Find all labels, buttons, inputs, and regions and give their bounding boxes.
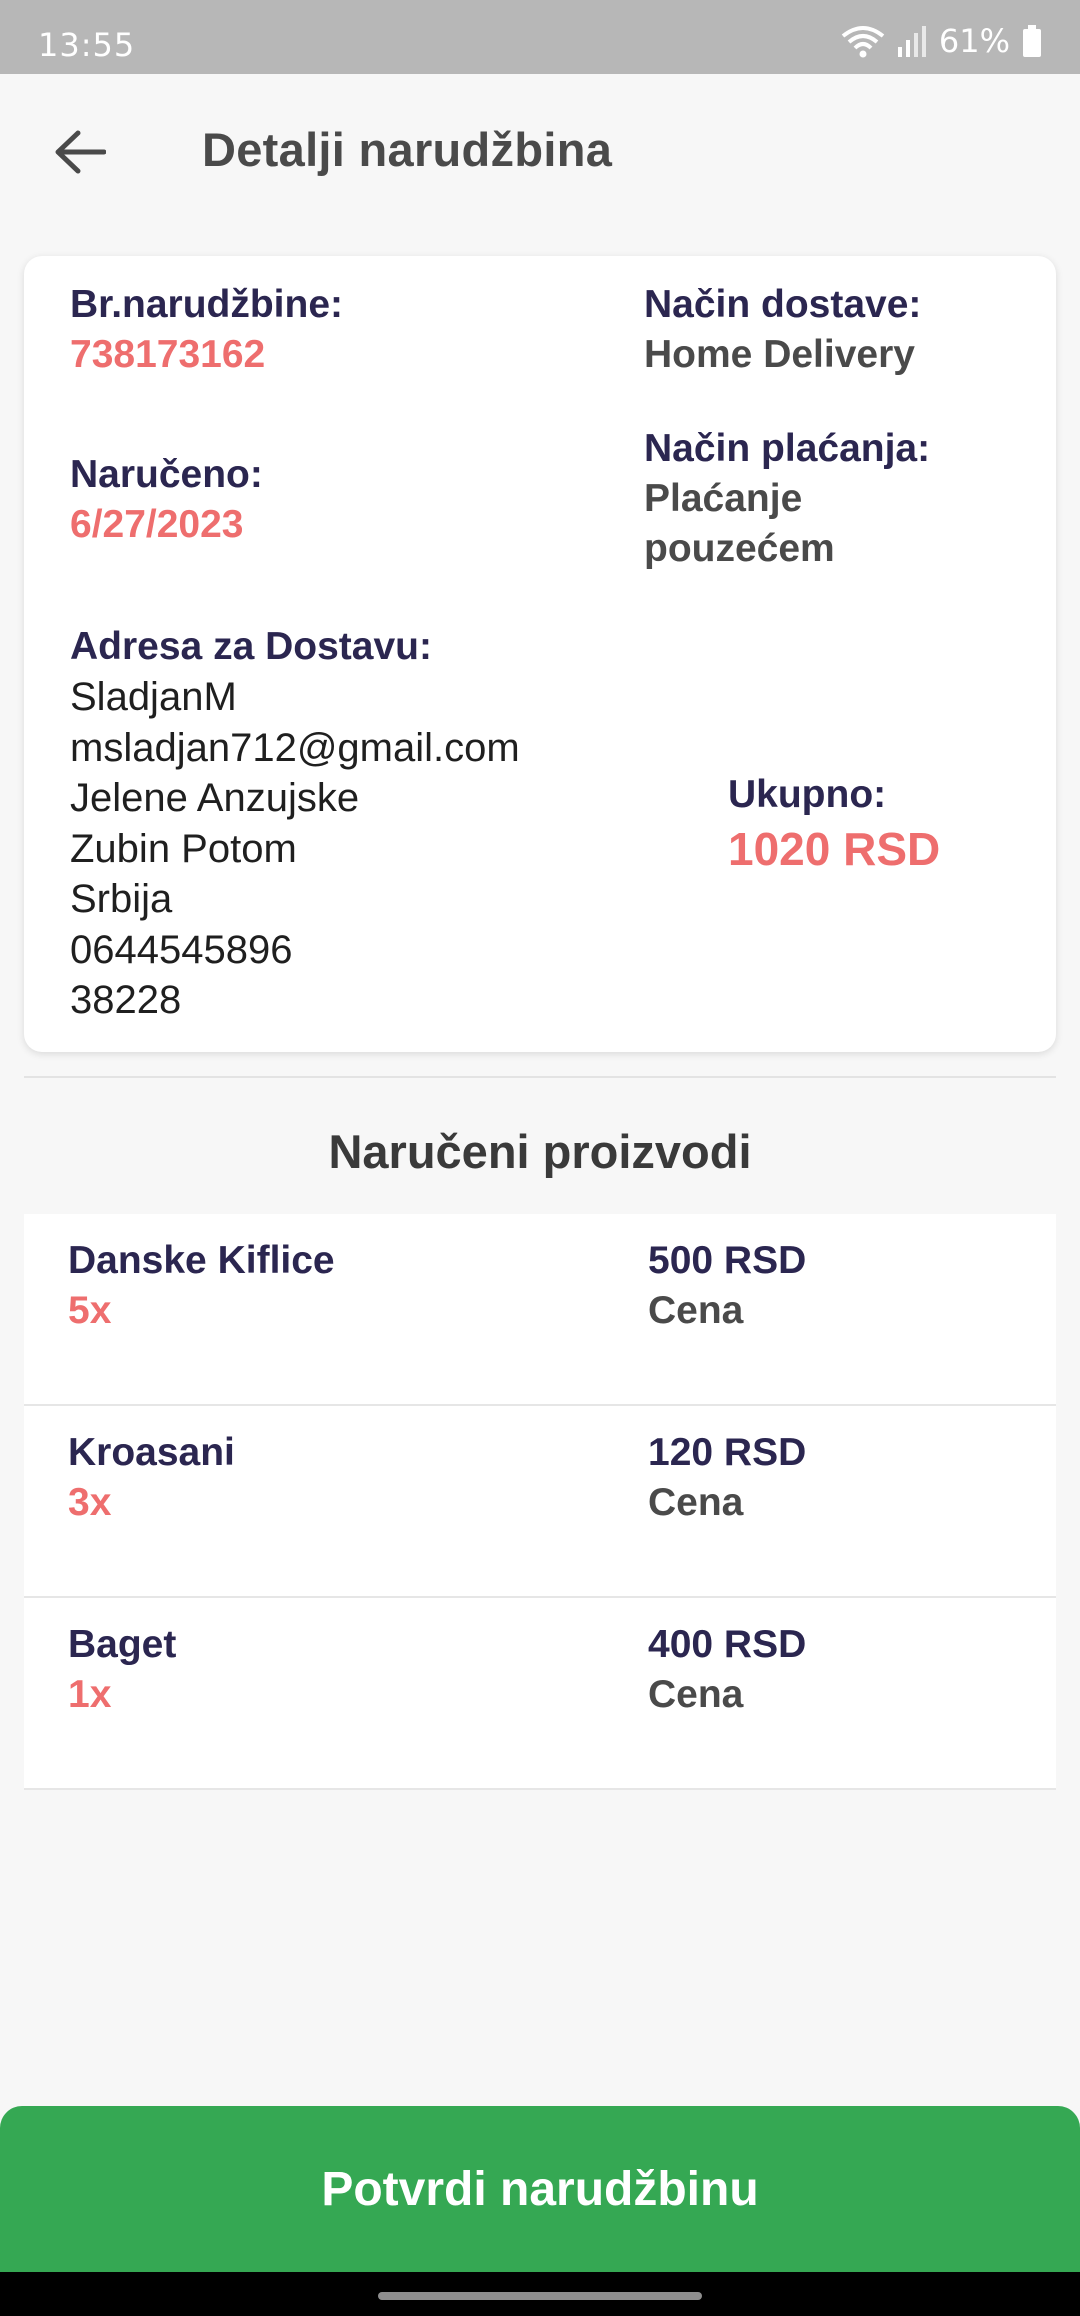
delivery-method-value: Home Delivery [644, 333, 915, 376]
address-street: Jelene Anzujske [70, 776, 360, 820]
confirm-order-button[interactable]: Potvrdi narudžbinu [0, 2106, 1080, 2272]
ordered-label: Naručeno: [70, 453, 263, 496]
payment-method-label: Način plaćanja: [644, 427, 931, 470]
product-price-label: Cena [648, 1673, 744, 1716]
address-phone: 0644545896 [70, 927, 293, 972]
address-city: Zubin Potom [70, 826, 297, 871]
ordered-value: 6/27/2023 [70, 503, 244, 546]
product-quantity: 1x [68, 1673, 112, 1716]
battery-percent: 61% [938, 22, 1010, 60]
product-name: Baget [68, 1623, 177, 1666]
product-price-label: Cena [648, 1481, 744, 1524]
product-price: 120 RSD [648, 1431, 807, 1474]
product-row: Baget 1x 400 RSD Cena [24, 1598, 1056, 1790]
address-postal-code: 38228 [70, 978, 182, 1022]
order-number-label: Br.narudžbine: [70, 283, 344, 326]
total-value: 1020 RSD [728, 823, 941, 875]
back-button[interactable] [50, 122, 110, 182]
section-divider [24, 1076, 1056, 1078]
payment-method-value-line1: Plaćanje [644, 477, 803, 520]
home-gesture-handle[interactable] [378, 2292, 702, 2300]
product-quantity: 3x [68, 1481, 112, 1524]
product-price-label: Cena [648, 1289, 744, 1332]
battery-icon [1023, 25, 1041, 57]
status-icons: 61% [841, 22, 1042, 60]
payment-method-block: Način plaćanja: Plaćanje pouzećem [644, 424, 930, 574]
delivery-address-block: Adresa za Dostavu: SladjanM msladjan712@… [70, 622, 520, 1026]
address-country: Srbija [70, 877, 173, 921]
address-label: Adresa za Dostavu: [70, 625, 432, 668]
page-title: Detalji narudžbina [202, 123, 613, 176]
product-name: Kroasani [68, 1431, 235, 1474]
address-name: SladjanM [70, 675, 237, 719]
total-label: Ukupno: [728, 773, 887, 816]
products-section-title: Naručeni proizvodi [328, 1125, 752, 1178]
address-email: msladjan712@gmail.com [70, 725, 520, 770]
app-header: Detalji narudžbina [0, 74, 1080, 234]
ordered-products-list: Danske Kiflice 5x 500 RSD Cena Kroasani … [24, 1214, 1056, 1790]
product-row: Kroasani 3x 120 RSD Cena [24, 1406, 1056, 1598]
delivery-method-block: Način dostave: Home Delivery [644, 280, 921, 380]
product-name: Danske Kiflice [68, 1239, 335, 1282]
order-details-card: Br.narudžbine: 738173162 Način dostave: … [24, 256, 1056, 1052]
product-price: 500 RSD [648, 1239, 807, 1282]
delivery-method-label: Način dostave: [644, 283, 922, 326]
wifi-icon [841, 26, 885, 58]
arrow-left-icon [55, 130, 106, 174]
product-row: Danske Kiflice 5x 500 RSD Cena [24, 1214, 1056, 1406]
status-bar: 13:55 61% [0, 0, 1080, 74]
ordered-date-block: Naručeno: 6/27/2023 [70, 450, 263, 550]
product-quantity: 5x [68, 1289, 112, 1332]
order-number-value: 738173162 [70, 333, 266, 376]
status-time: 13:55 [38, 26, 136, 64]
navigation-bar [0, 2272, 1080, 2316]
total-block: Ukupno: 1020 RSD [728, 770, 940, 878]
product-price: 400 RSD [648, 1623, 807, 1666]
payment-method-value-line2: pouzećem [644, 527, 835, 570]
signal-icon [897, 26, 926, 57]
order-number-block: Br.narudžbine: 738173162 [70, 280, 343, 380]
